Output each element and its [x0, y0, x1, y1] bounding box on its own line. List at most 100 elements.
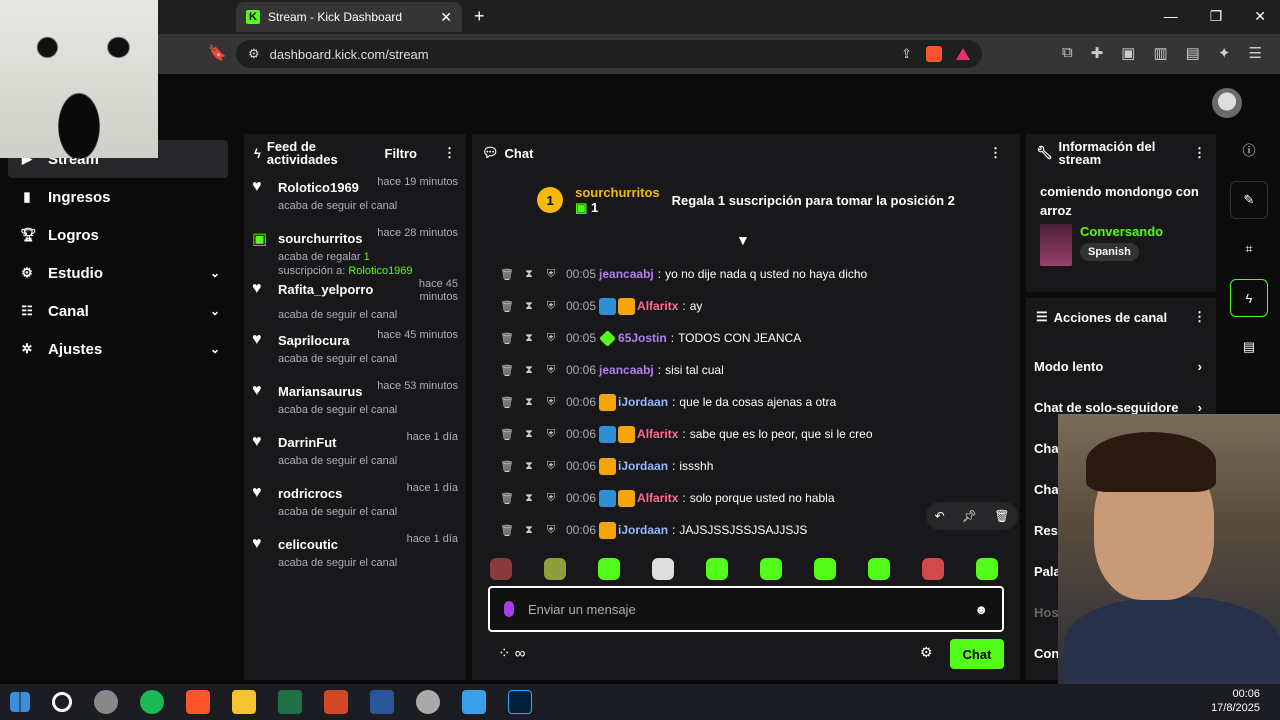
delete-message-icon[interactable]: 🗑︎	[496, 364, 518, 377]
chat-settings-icon[interactable]: ⚙	[920, 644, 933, 661]
wallet-icon[interactable]: ▤	[1186, 44, 1200, 62]
brave-rewards-icon[interactable]	[956, 48, 970, 60]
timeout-icon[interactable]: ⧗	[518, 364, 540, 377]
more-options-icon[interactable]: ⋮	[989, 145, 1002, 161]
message-username[interactable]: 65Jostin	[618, 331, 667, 345]
timeout-icon[interactable]: ⧗	[518, 300, 540, 313]
chat-message[interactable]: 🗑︎ ⧗ ⛨ 00:05 Alfaritx: ay	[472, 290, 1020, 322]
message-username[interactable]: Alfaritx	[637, 299, 678, 313]
sidebar-item-estudio[interactable]: ⚙ Estudio ⌄	[0, 254, 236, 292]
brave-icon[interactable]	[186, 690, 210, 714]
emote[interactable]	[868, 558, 890, 580]
chat-message[interactable]: 🗑︎ ⧗ ⛨ 00:06 jeancaabj: sisi tal cual	[472, 354, 1020, 386]
ban-icon[interactable]: ⛨	[540, 524, 562, 537]
delete-message-icon[interactable]: 🗑︎	[496, 268, 518, 281]
screenshot-icon[interactable]: ⌗	[1245, 241, 1252, 257]
windows-start-icon[interactable]	[10, 692, 30, 712]
capcut-icon[interactable]	[462, 690, 486, 714]
emote[interactable]	[814, 558, 836, 580]
browser-tab[interactable]: K Stream - Kick Dashboard ✕	[236, 2, 462, 32]
timeout-icon[interactable]: ⧗	[518, 268, 540, 281]
pin-icon[interactable]: 📌︎	[962, 509, 977, 523]
gift-leaderboard[interactable]: 1 sourchurritos ▣ 1 Regala 1 suscripción…	[472, 178, 1020, 222]
sidebar-toggle-icon[interactable]: ▥	[1153, 44, 1167, 62]
ban-icon[interactable]: ⛨	[540, 396, 562, 409]
feed-username[interactable]: celicoutic	[278, 537, 338, 552]
ban-icon[interactable]: ⛨	[540, 460, 562, 473]
word-icon[interactable]	[370, 690, 394, 714]
info-icon[interactable]: ⓘ	[1242, 140, 1255, 159]
leo-icon[interactable]: ✦	[1218, 44, 1231, 62]
action-slow-mode[interactable]: Modo lento ›	[1026, 346, 1216, 387]
message-username[interactable]: jeancaabj	[599, 267, 654, 281]
bookmark-icon[interactable]: 🔖	[208, 44, 227, 62]
feed-username[interactable]: Mariansaurus	[278, 384, 363, 399]
ban-icon[interactable]: ⛨	[540, 364, 562, 377]
delete-message-icon[interactable]: 🗑︎	[496, 428, 518, 441]
feed-username[interactable]: Saprilocura	[278, 333, 350, 348]
feed-username[interactable]: Rolotico1969	[278, 180, 359, 195]
emote[interactable]	[760, 558, 782, 580]
message-username[interactable]: Alfaritx	[637, 427, 678, 441]
sidebar-item-canal[interactable]: ☷ Canal ⌄	[0, 292, 236, 330]
delete-message-icon[interactable]: 🗑︎	[496, 332, 518, 345]
lightning-icon[interactable]: ϟ	[1230, 279, 1268, 317]
scroll-to-bottom-icon[interactable]: ▼	[736, 232, 750, 248]
timeout-icon[interactable]: ⧗	[518, 396, 540, 409]
emote[interactable]	[544, 558, 566, 580]
timeout-icon[interactable]: ⧗	[518, 428, 540, 441]
emoji-icon[interactable]: ☻	[974, 602, 988, 617]
chat-message[interactable]: 🗑︎ ⧗ ⛨ 00:06 Alfaritx: sabe que es lo pe…	[472, 418, 1020, 450]
minimize-icon[interactable]: —	[1164, 8, 1178, 25]
capture-icon[interactable]: ▣	[1121, 44, 1135, 62]
settings-app-icon[interactable]	[416, 690, 440, 714]
menu-icon[interactable]: ☰	[1248, 44, 1261, 62]
share-icon[interactable]: ⇪	[901, 46, 912, 62]
brave-shield-icon[interactable]	[926, 46, 942, 62]
taskbar-clock[interactable]: 00:06 17/8/2025	[1211, 687, 1260, 715]
emote[interactable]	[976, 558, 998, 580]
more-options-icon[interactable]: ⋮	[1193, 145, 1206, 161]
emote[interactable]	[598, 558, 620, 580]
chat-message[interactable]: 🗑︎ ⧗ ⛨ 00:06 iJordaan: issshh	[472, 450, 1020, 482]
microphone-icon[interactable]	[504, 601, 514, 617]
delete-message-icon[interactable]: 🗑︎	[496, 396, 518, 409]
close-tab-icon[interactable]: ✕	[440, 9, 452, 26]
timeout-icon[interactable]: ⧗	[518, 492, 540, 505]
timeout-icon[interactable]: ⧗	[518, 460, 540, 473]
translate-icon[interactable]: ⧉	[1062, 44, 1073, 62]
emote[interactable]	[490, 558, 512, 580]
timeout-icon[interactable]: ⧗	[518, 524, 540, 537]
url-field[interactable]: ⚙ dashboard.kick.com/stream ⇪	[236, 40, 982, 68]
emote[interactable]	[922, 558, 944, 580]
new-tab-button[interactable]: +	[474, 6, 485, 27]
message-username[interactable]: Alfaritx	[637, 491, 678, 505]
message-username[interactable]: iJordaan	[618, 459, 668, 473]
feed-username[interactable]: Rafita_yelporro	[278, 282, 373, 304]
feed-filter-button[interactable]: Filtro	[385, 146, 418, 161]
notes-icon[interactable]: ▤	[1243, 339, 1255, 355]
excel-icon[interactable]	[278, 690, 302, 714]
delete-message-icon[interactable]: 🗑︎	[496, 300, 518, 313]
sidebar-item-logros[interactable]: 🏆︎ Logros	[0, 216, 236, 254]
chat-message[interactable]: 🗑︎ ⧗ ⛨ 00:05 jeancaabj: yo no dije nada …	[472, 258, 1020, 290]
spotify-icon[interactable]	[140, 690, 164, 714]
delete-message-icon[interactable]: 🗑︎	[496, 524, 518, 537]
ban-icon[interactable]: ⛨	[540, 492, 562, 505]
close-window-icon[interactable]: ✕	[1254, 8, 1266, 25]
powerpoint-icon[interactable]	[324, 690, 348, 714]
message-username[interactable]: iJordaan	[618, 523, 668, 537]
ban-icon[interactable]: ⛨	[540, 428, 562, 441]
obs-icon[interactable]	[94, 690, 118, 714]
extensions-icon[interactable]: ✚	[1091, 44, 1104, 62]
user-avatar[interactable]	[1212, 88, 1242, 118]
delete-message-icon[interactable]: 🗑︎	[496, 492, 518, 505]
send-chat-button[interactable]: Chat	[950, 639, 1004, 669]
ban-icon[interactable]: ⛨	[540, 300, 562, 313]
message-username[interactable]: iJordaan	[618, 395, 668, 409]
feed-username[interactable]: DarrinFut	[278, 435, 337, 450]
infinity-icon[interactable]: ⁘ ∞	[498, 644, 525, 662]
ban-icon[interactable]: ⛨	[540, 268, 562, 281]
ban-icon[interactable]: ⛨	[540, 332, 562, 345]
file-explorer-icon[interactable]	[232, 690, 256, 714]
